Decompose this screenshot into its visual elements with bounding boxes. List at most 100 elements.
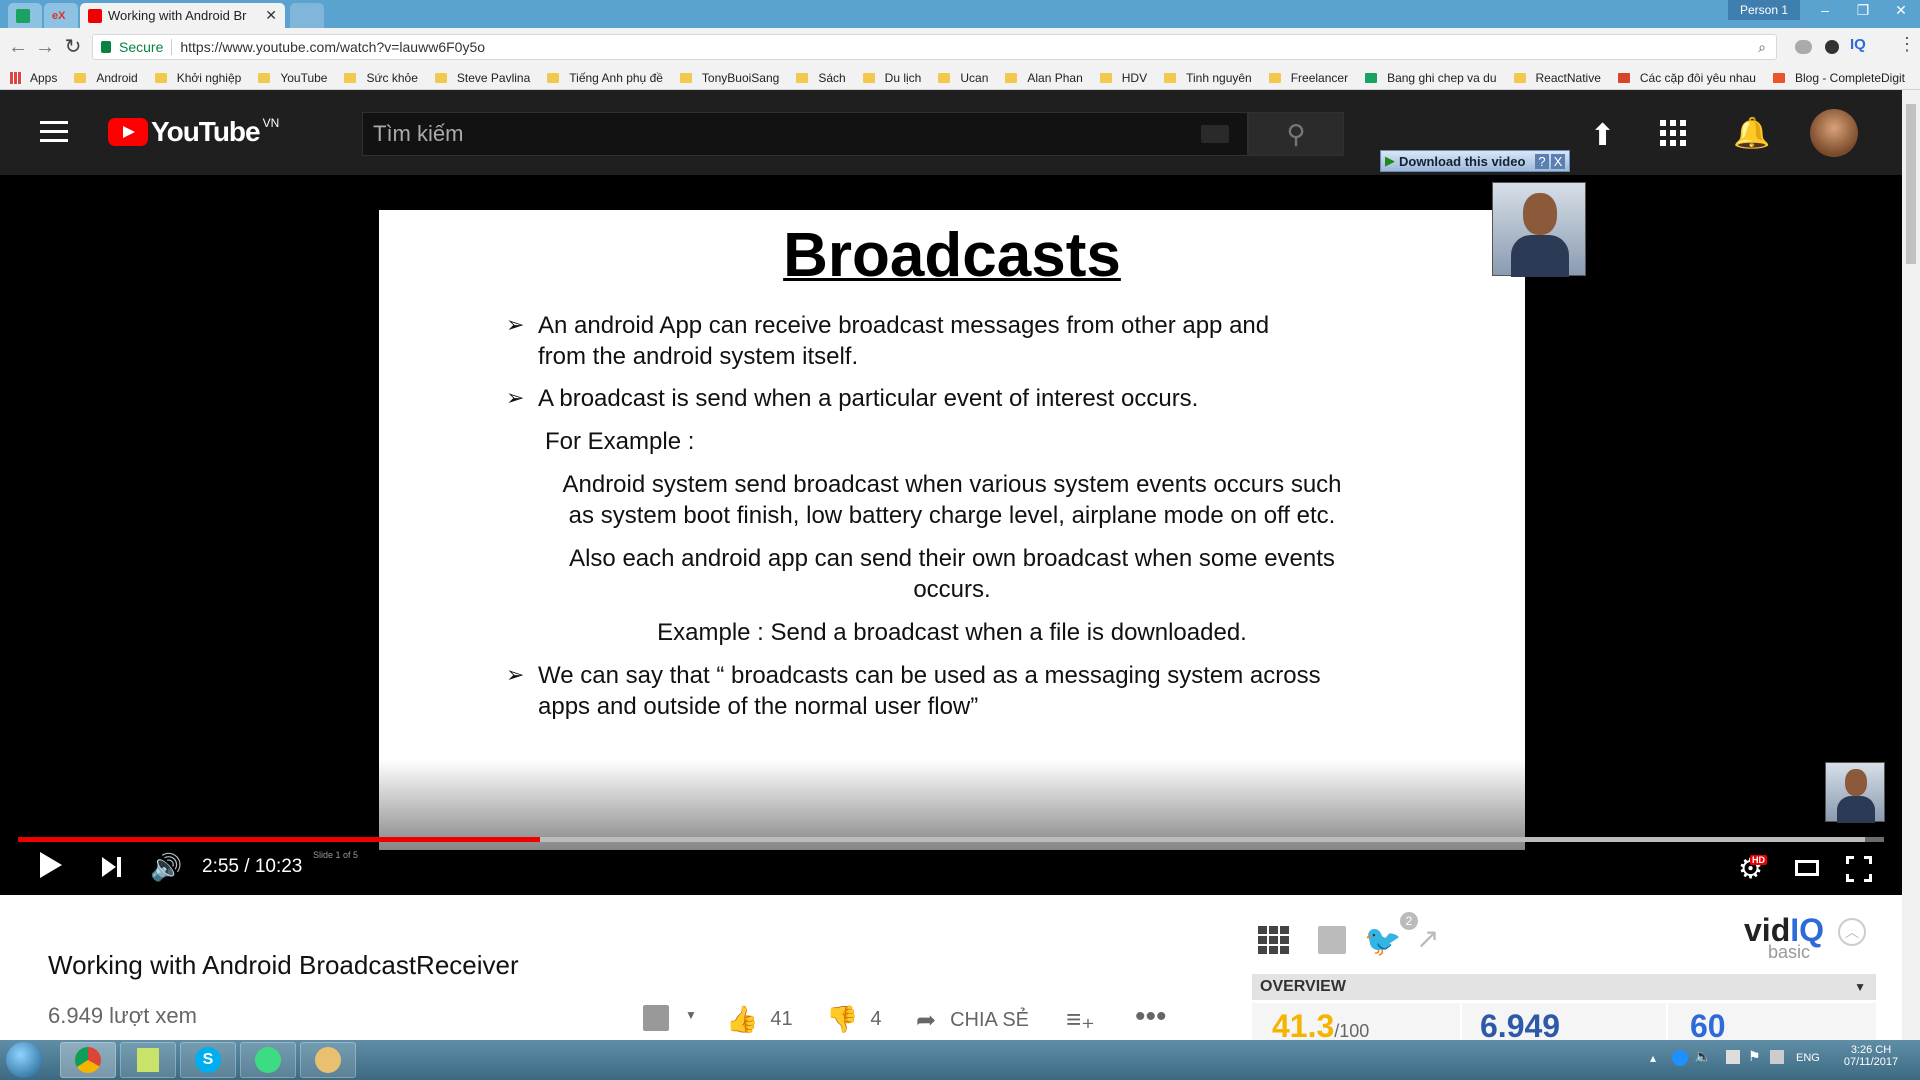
search-button[interactable]: ⚲ — [1248, 112, 1344, 156]
close-tab-icon[interactable]: ✕ — [265, 7, 277, 24]
tab-sheets[interactable] — [8, 3, 42, 28]
vidiq-extension-icon[interactable]: IQ — [1850, 36, 1866, 53]
scrollbar-thumb[interactable] — [1906, 104, 1916, 264]
bookmark-item[interactable]: Android — [74, 71, 138, 85]
chrome-taskbar-icon[interactable] — [60, 1042, 116, 1078]
dislike-button[interactable]: 👎 4 — [826, 1004, 882, 1035]
overview-header[interactable]: OVERVIEW ▼ — [1252, 974, 1876, 1000]
slide-line: For Example : — [545, 428, 695, 455]
bookmark-item[interactable]: TonyBuoiSang — [679, 71, 779, 85]
restore-icon[interactable]: ❐ — [1844, 0, 1882, 20]
extension2-icon[interactable] — [1798, 40, 1812, 54]
folder-icon — [344, 72, 357, 83]
reload-icon[interactable]: ↻ — [58, 32, 88, 62]
android-studio-taskbar-icon[interactable] — [240, 1042, 296, 1078]
start-button-icon[interactable] — [6, 1042, 42, 1078]
skype-taskbar-icon[interactable]: S — [180, 1042, 236, 1078]
volume-icon[interactable]: 🔊 — [150, 852, 182, 883]
tab-ex[interactable]: eX — [44, 3, 78, 28]
dropdown-arrow-icon[interactable]: ▼ — [685, 1008, 697, 1022]
tray-network-icon[interactable] — [1726, 1050, 1740, 1064]
add-to-queue-icon[interactable]: ≡₊ — [1066, 1004, 1095, 1035]
tab-youtube-video[interactable]: Working with Android Br ✕ — [80, 3, 285, 28]
folder-icon — [679, 72, 692, 83]
apps-grid-icon[interactable] — [1660, 120, 1686, 146]
search-input[interactable]: Tìm kiếm — [362, 112, 1248, 156]
trending-icon[interactable]: ↗ — [1416, 922, 1439, 955]
keyboard-icon[interactable] — [1201, 125, 1229, 143]
bookmark-item[interactable]: Sách — [796, 71, 846, 85]
close-button[interactable]: X — [1550, 153, 1566, 169]
bookmark-item[interactable]: HDV — [1099, 71, 1147, 85]
avatar[interactable] — [1810, 109, 1858, 157]
tray-monitor-icon[interactable] — [1770, 1050, 1784, 1064]
theater-mode-icon[interactable] — [1795, 860, 1819, 876]
bookmark-item[interactable]: Steve Pavlina — [434, 71, 530, 85]
upload-icon[interactable]: ⬆ — [1590, 118, 1615, 153]
hamburger-menu-icon[interactable] — [40, 121, 68, 142]
youtube-logo[interactable]: YouTube VN — [108, 116, 279, 148]
language-indicator[interactable]: ENG — [1796, 1052, 1820, 1064]
play-icon: ▶ — [1385, 153, 1395, 168]
bookmark-item[interactable]: Freelancer — [1268, 71, 1348, 85]
bookmark-item[interactable]: YouTube — [258, 71, 327, 85]
bookmark-item[interactable]: Các cặp đôi yêu nhau — [1617, 71, 1756, 85]
bookmark-item[interactable]: Ucan — [938, 71, 988, 85]
download-video-bar[interactable]: ▶ Download this video ? X — [1380, 150, 1571, 172]
close-window-icon[interactable]: ✕ — [1882, 0, 1920, 20]
notes-taskbar-icon[interactable] — [120, 1042, 176, 1078]
slide-footer: Slide 1 of 5 — [313, 850, 359, 860]
tray-flag-icon[interactable]: ⚑ — [1748, 1048, 1761, 1065]
next-button-icon[interactable] — [102, 857, 124, 877]
slide-line: Also each android app can send their own… — [569, 545, 1335, 572]
vidiq-stats-icon[interactable] — [1318, 926, 1346, 954]
bookmark-item[interactable]: Bang ghi chep va du — [1365, 71, 1497, 85]
folder-icon — [547, 72, 560, 83]
video-title: Working with Android BroadcastReceiver — [48, 950, 519, 980]
tray-volume-icon[interactable]: 🔈 — [1694, 1048, 1711, 1065]
bookmark-item[interactable]: ReactNative — [1513, 71, 1601, 85]
collapse-chevron-icon[interactable]: ︿ — [1838, 918, 1866, 946]
clock[interactable]: 3:26 CH 07/11/2017 — [1836, 1044, 1906, 1068]
help-button[interactable]: ? — [1535, 153, 1549, 169]
bookmark-apps[interactable]: Apps — [10, 71, 57, 85]
youtube-favicon-icon — [88, 8, 102, 23]
scrollbar[interactable] — [1902, 90, 1920, 1040]
search-icon: ⚲ — [1286, 119, 1306, 149]
forward-icon[interactable]: → — [30, 32, 60, 62]
play-button-icon[interactable] — [40, 852, 62, 878]
minimize-icon[interactable]: – — [1806, 0, 1844, 20]
more-actions-icon[interactable]: ••• — [1135, 1000, 1167, 1034]
share-arrow-icon: ➦ — [916, 1007, 937, 1034]
profile-button[interactable]: Person 1 — [1727, 0, 1800, 20]
bookmark-item[interactable]: Du lịch — [862, 71, 921, 85]
zoom-icon[interactable]: ⌕ — [1758, 39, 1766, 56]
playlist-save-icon[interactable] — [643, 1005, 669, 1031]
menu-kebab-icon[interactable]: ⋮ — [1898, 34, 1916, 55]
progress-played — [18, 837, 541, 842]
address-bar[interactable]: Secure https://www.youtube.com/watch?v=l… — [92, 34, 1777, 60]
twitter-icon[interactable]: 🐦 — [1364, 924, 1401, 959]
bookmark-item[interactable]: Khởi nghiệp — [154, 71, 241, 85]
like-button[interactable]: 👍 41 — [726, 1004, 793, 1035]
fullscreen-icon[interactable] — [1846, 856, 1872, 882]
lock-icon — [101, 41, 111, 53]
extension-k-icon[interactable] — [1825, 40, 1839, 54]
back-icon[interactable]: ← — [3, 32, 33, 62]
tray-expand-icon[interactable]: ▴ — [1650, 1051, 1656, 1065]
bookmark-item[interactable]: Sức khỏe — [344, 71, 418, 85]
url-text[interactable]: https://www.youtube.com/watch?v=lauww6F0… — [180, 39, 485, 55]
bookmark-item[interactable]: Tinh nguyên — [1164, 71, 1252, 85]
share-button[interactable]: ➦ CHIA SẺ — [916, 1006, 1029, 1035]
tray-app-icon[interactable] — [1672, 1050, 1688, 1066]
paint-taskbar-icon[interactable] — [300, 1042, 356, 1078]
slide-line: An android App can receive broadcast mes… — [538, 312, 1270, 339]
folder-icon — [1164, 72, 1177, 83]
bookmark-item[interactable]: Blog - CompleteDigit — [1772, 71, 1905, 85]
slide: Broadcasts ➢ An android App can receive … — [313, 210, 1525, 860]
notifications-bell-icon[interactable]: 🔔 — [1733, 116, 1770, 151]
bookmark-item[interactable]: Tiếng Anh phụ đề — [547, 71, 663, 85]
vidiq-grid-icon[interactable] — [1258, 926, 1290, 954]
bookmark-item[interactable]: Alan Phan — [1005, 71, 1083, 85]
new-tab-button[interactable] — [290, 3, 324, 28]
